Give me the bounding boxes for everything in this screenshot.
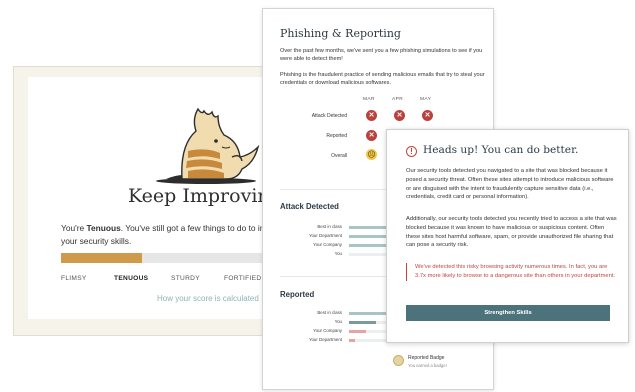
attack-detected-heading: Attack Detected xyxy=(280,202,339,211)
bar-fill xyxy=(349,339,355,342)
bar-fill xyxy=(349,321,376,324)
bar-label: Your Department xyxy=(308,337,342,342)
fail-icon: ✕ xyxy=(366,110,377,121)
row-attack-detected: Attack Detected xyxy=(311,113,347,119)
month-may: MAY xyxy=(420,97,432,102)
phishing-definition: Phishing is the fraudulent practice of s… xyxy=(280,72,485,87)
bar-label: You xyxy=(334,319,342,324)
bar-label: Best in class xyxy=(317,224,342,229)
fail-icon: ✕ xyxy=(394,110,405,121)
score-progress-fill xyxy=(61,253,143,263)
fail-icon: ✕ xyxy=(422,110,433,121)
bar-fill xyxy=(349,330,367,333)
bar-label: Your Company xyxy=(313,242,342,247)
month-apr: APR xyxy=(392,97,404,102)
phishing-intro: Over the past few months, we've sent you… xyxy=(280,48,483,63)
score-calculation-link[interactable]: How your score is calculated xyxy=(157,294,259,303)
score-level: Tenuous xyxy=(86,223,121,233)
bar-label: Best in class xyxy=(317,310,342,315)
score-card-inner: Keep Improving! You're Tenuous. You've s… xyxy=(28,77,289,319)
score-description: You're Tenuous. You've still got a few t… xyxy=(61,223,288,246)
bar-label: Your Department xyxy=(308,233,342,238)
month-mar: MAR xyxy=(363,97,375,102)
score-card: Keep Improving! You're Tenuous. You've s… xyxy=(13,66,289,336)
badge-title: Reported Badge xyxy=(408,355,445,361)
heads-up-card: ! Heads up! You can do better. Our secur… xyxy=(386,129,629,343)
badge-subtitle: You earned a badge! xyxy=(408,363,447,368)
bar-label: You xyxy=(334,251,342,256)
badge-icon xyxy=(393,355,404,366)
level-fortified: FORTIFIED xyxy=(224,275,262,282)
heads-up-paragraph-1: Our security tools detected you navigate… xyxy=(406,168,614,201)
row-overall: Overall xyxy=(331,153,347,159)
strengthen-skills-button[interactable]: Strengthen Skills xyxy=(406,305,610,321)
reported-heading: Reported xyxy=(280,290,315,299)
warning-icon: ! xyxy=(406,146,417,157)
dinosaur-mascot-icon xyxy=(156,107,260,184)
heads-up-paragraph-2: Additionally, our security tools detecte… xyxy=(406,216,617,249)
heads-up-title: Heads up! You can do better. xyxy=(423,144,579,156)
row-reported: Reported xyxy=(326,133,347,139)
fail-icon: ✕ xyxy=(366,130,377,141)
level-sturdy: STURDY xyxy=(171,275,200,282)
score-progress-bar xyxy=(61,253,287,263)
bar-label: Your Company xyxy=(313,328,342,333)
phishing-title: Phishing & Reporting xyxy=(280,27,401,40)
level-flimsy: FLIMSY xyxy=(61,275,87,282)
risk-alert: We've detected this risky browsing activ… xyxy=(406,263,616,281)
sad-face-icon: ☹ xyxy=(366,149,377,160)
level-tenuous: TENUOUS xyxy=(114,275,149,282)
